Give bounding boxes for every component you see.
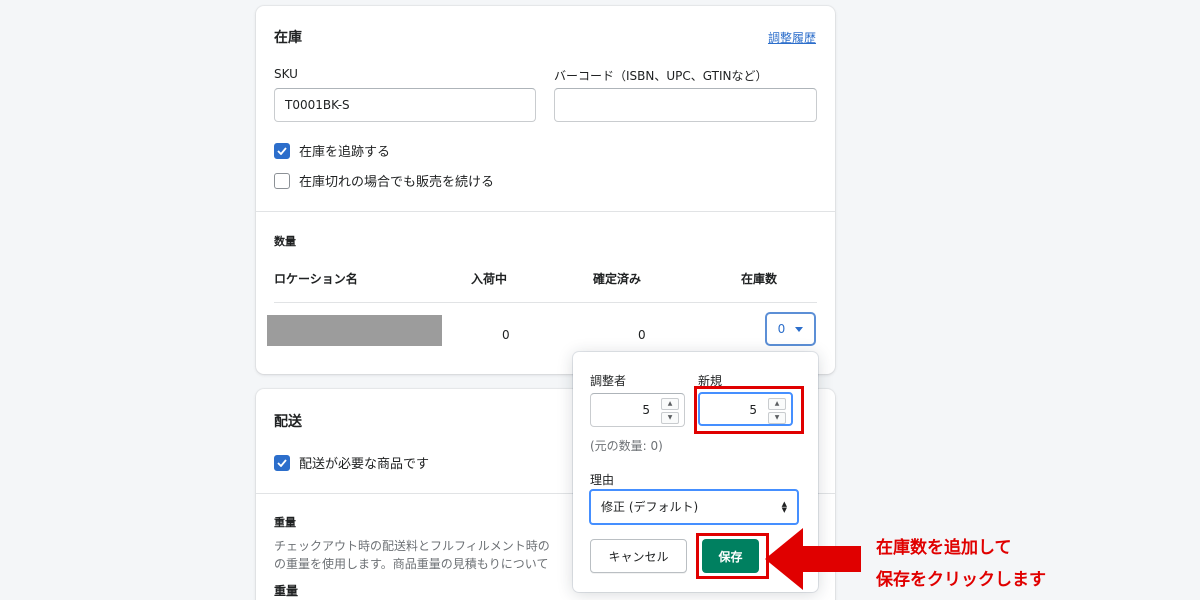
caret-down-icon [795, 326, 804, 332]
col-committed: 確定済み [593, 272, 642, 286]
reason-select[interactable]: 修正 (デフォルト) ▲ ▼ [589, 489, 799, 525]
adjust-by-label: 調整者 [590, 374, 627, 388]
weight-field-label: 重量 [274, 584, 299, 598]
physical-product-label: 配送が必要な商品です [299, 457, 430, 472]
inventory-card: 在庫 調整履歴 SKU T0001BK-S バーコード（ISBN、UPC、GTI… [256, 6, 835, 374]
redacted-location-name [267, 315, 442, 346]
incoming-value: 0 [502, 328, 510, 342]
table-divider [274, 302, 817, 303]
save-button-highlight [696, 533, 769, 579]
checkmark-icon [277, 458, 287, 467]
weight-help-line1: チェックアウト時の配送料とフルフィルメント時の [274, 539, 550, 553]
continue-selling-checkbox[interactable] [274, 172, 290, 189]
physical-product-row[interactable]: 配送が必要な商品です [274, 453, 429, 472]
continue-selling-label: 在庫切れの場合でも販売を続ける [299, 175, 495, 190]
track-inventory-row[interactable]: 在庫を追跡する [274, 141, 390, 160]
section-divider [256, 211, 835, 212]
shipping-title: 配送 [274, 414, 302, 430]
reason-label: 理由 [590, 473, 615, 487]
continue-selling-row[interactable]: 在庫切れの場合でも販売を続ける [274, 171, 494, 190]
weight-help-line2: の重量を使用します。商品重量の見積もりについて [274, 557, 549, 571]
original-qty-text: (元の数量: 0) [590, 439, 663, 453]
adjust-by-stepper[interactable]: 5 ▲ ▼ [590, 393, 685, 427]
committed-value: 0 [638, 328, 646, 342]
adjust-by-value: 5 [642, 403, 650, 417]
adjustment-history-link[interactable]: 調整履歴 [768, 29, 816, 46]
physical-product-checkbox[interactable] [274, 454, 290, 471]
col-location: ロケーション名 [274, 272, 358, 286]
red-arrow-icon [765, 528, 861, 590]
col-available: 在庫数 [741, 272, 778, 286]
barcode-input[interactable] [554, 88, 817, 122]
track-inventory-label: 在庫を追跡する [299, 145, 391, 160]
col-incoming: 入荷中 [471, 272, 508, 286]
increment-icon[interactable]: ▲ [661, 398, 679, 410]
available-quantity-button[interactable]: 0 [765, 312, 816, 346]
cancel-button[interactable]: キャンセル [590, 539, 687, 573]
reason-selected-value: 修正 (デフォルト) [601, 500, 699, 514]
select-arrows-icon: ▲ ▼ [781, 500, 787, 514]
sku-input[interactable]: T0001BK-S [274, 88, 536, 122]
available-value: 0 [777, 322, 786, 336]
barcode-label: バーコード（ISBN、UPC、GTINなど） [554, 69, 768, 83]
inventory-title: 在庫 [274, 30, 302, 46]
annotation-line1: 在庫数を追加して [876, 538, 1012, 558]
new-qty-highlight [694, 386, 804, 434]
decrement-icon[interactable]: ▼ [661, 412, 679, 424]
track-inventory-checkbox[interactable] [274, 142, 290, 159]
checkmark-icon [277, 146, 287, 155]
weight-heading: 重量 [274, 516, 296, 529]
sku-label: SKU [274, 67, 298, 81]
quantity-heading: 数量 [274, 235, 296, 248]
annotation-line2: 保存をクリックします [876, 570, 1046, 590]
